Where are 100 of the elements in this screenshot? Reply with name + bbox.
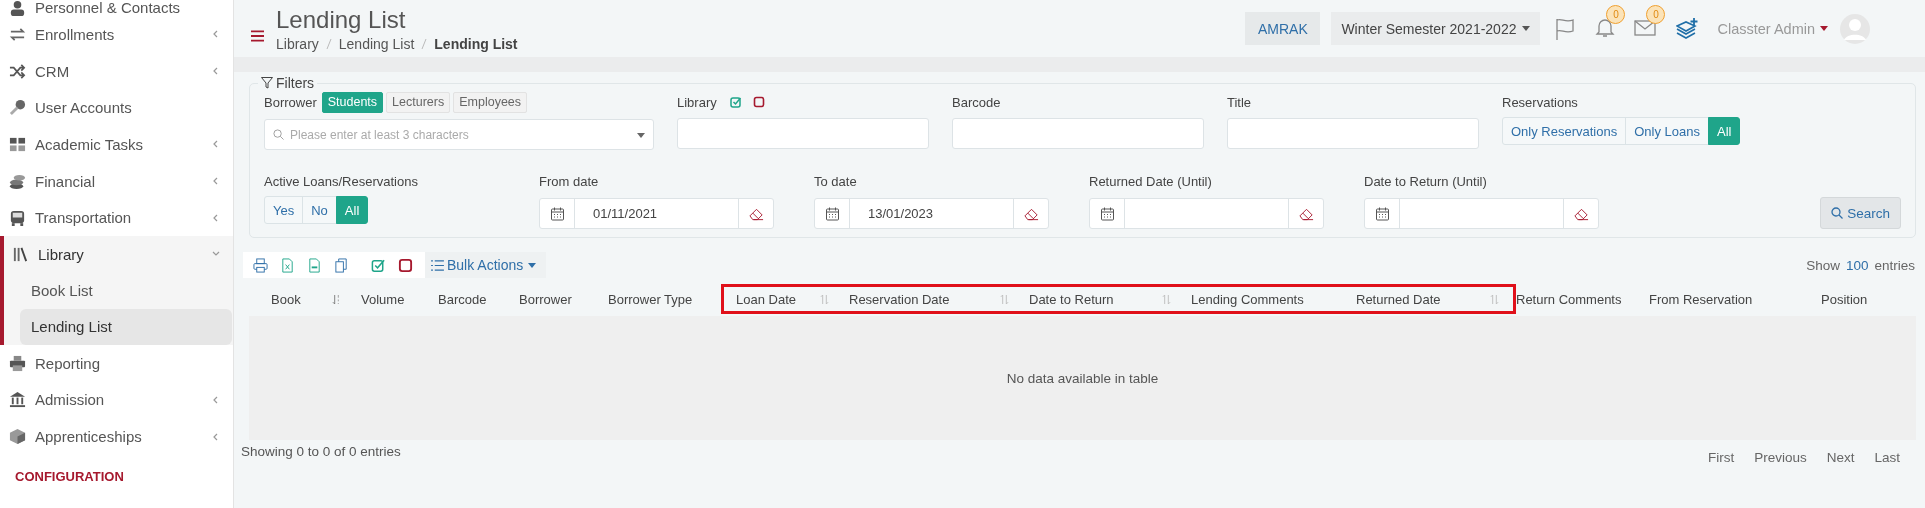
shuffle-icon (9, 62, 26, 80)
field-label: Title (1227, 94, 1252, 110)
breadcrumb-separator (325, 37, 332, 50)
eraser-icon[interactable] (1573, 206, 1589, 221)
pagination-button[interactable]: Previous (1748, 448, 1813, 467)
deselect-all-icon[interactable] (752, 96, 765, 108)
bank-icon (9, 391, 26, 409)
breadcrumb-current: Lending List (434, 35, 518, 52)
semester-dropdown[interactable]: Winter Semester 2021-2022 (1331, 12, 1541, 45)
select-all-icon[interactable] (729, 96, 742, 108)
layers-plus-icon[interactable] (1676, 17, 1699, 40)
borrower-tab[interactable]: Lecturers (386, 91, 451, 113)
person-icon (9, 0, 26, 16)
sort-icon[interactable] (1162, 293, 1171, 305)
column-header[interactable]: Reservation Date (849, 291, 950, 307)
date-picker[interactable]: 01/11/2021 (539, 198, 774, 229)
caret-icon (528, 262, 537, 268)
select-all-icon[interactable] (371, 257, 386, 273)
search-button[interactable]: Search (1820, 197, 1901, 229)
coins-icon (9, 172, 26, 190)
column-header[interactable]: Return Comments (1516, 291, 1622, 307)
sidebar-item[interactable]: Financial (0, 162, 233, 200)
caret-icon (1820, 26, 1828, 31)
books-icon (12, 245, 29, 263)
column-header[interactable]: Book (271, 291, 301, 307)
calendar-icon (549, 206, 565, 221)
field-label: Returned Date (Until) (1089, 173, 1212, 189)
sidebar-item[interactable]: Reporting (0, 344, 233, 382)
flag-icon[interactable] (1554, 17, 1577, 40)
pagination-button[interactable]: Next (1820, 448, 1861, 467)
sidebar-item[interactable]: Personnel & Contacts (0, 0, 233, 16)
page-size-select[interactable]: 100 (1845, 257, 1869, 273)
search-icon (1831, 207, 1844, 219)
sort-ascending-icon[interactable] (332, 293, 341, 305)
active-toggle[interactable]: No (302, 196, 337, 224)
sidebar-item[interactable]: Enrollments (0, 16, 233, 53)
search-icon (273, 129, 284, 140)
eraser-icon[interactable] (748, 206, 764, 221)
borrower-select[interactable]: Please enter at least 3 characters (264, 119, 654, 150)
column-header[interactable]: Loan Date (736, 291, 796, 307)
date-picker[interactable]: 13/01/2023 (814, 198, 1049, 229)
list-icon (431, 259, 444, 271)
submenu-item[interactable]: Book List (4, 272, 232, 309)
column-header[interactable]: Borrower (519, 291, 572, 307)
sort-icon[interactable] (1000, 293, 1009, 305)
filters-title: Filters (276, 75, 315, 91)
column-header[interactable]: Barcode (438, 291, 487, 307)
sidebar-item[interactable]: Apprenticeships (0, 418, 233, 455)
copy-icon[interactable] (334, 257, 349, 273)
reservation-toggle[interactable]: Only Loans (1625, 117, 1709, 145)
excel-file-icon[interactable] (280, 257, 295, 273)
sidebar-item[interactable]: Library (4, 236, 233, 273)
sort-icon[interactable] (820, 293, 829, 305)
field-label: Library (677, 94, 717, 110)
sidebar-item[interactable]: Transportation (0, 199, 233, 237)
barcode-field[interactable] (952, 118, 1204, 149)
caret-icon (637, 133, 645, 138)
institution-button[interactable]: AMRAK (1245, 12, 1321, 45)
menu-icon[interactable] (251, 29, 264, 42)
column-header[interactable]: Position (1821, 291, 1868, 307)
sidebar-item[interactable]: CRM (0, 52, 233, 90)
sidebar-item[interactable]: Academic Tasks (0, 126, 233, 163)
column-header[interactable]: From Reservation (1649, 291, 1753, 307)
column-header[interactable]: Returned Date (1356, 291, 1441, 307)
field-label: From date (539, 173, 599, 189)
key-icon (9, 99, 26, 117)
print-icon[interactable] (253, 257, 268, 273)
eraser-icon[interactable] (1298, 206, 1314, 221)
funnel-icon (261, 77, 273, 89)
title-field[interactable] (1227, 118, 1479, 149)
library-field[interactable] (677, 118, 929, 149)
field-label: Barcode (952, 94, 1001, 110)
calendar-icon (1374, 206, 1390, 221)
deselect-all-icon[interactable] (398, 257, 413, 273)
show-label: Show (1806, 257, 1840, 273)
eraser-icon[interactable] (1023, 206, 1039, 221)
notification-count: 0 (1606, 4, 1626, 24)
sidebar-item[interactable]: Admission (0, 381, 233, 419)
borrower-tab[interactable]: Employees (453, 91, 528, 113)
sidebar-item[interactable]: User Accounts (0, 89, 233, 127)
caret-icon (1522, 26, 1531, 31)
column-header[interactable]: Lending Comments (1191, 291, 1304, 307)
pagination-button[interactable]: First (1701, 448, 1741, 467)
bulk-actions-button[interactable]: Bulk Actions (425, 252, 547, 278)
breadcrumb-link[interactable]: Lending List (338, 35, 415, 52)
field-label: Date to Return (Until) (1364, 173, 1487, 189)
calendar-icon (1099, 206, 1115, 221)
message-count: 0 (1646, 4, 1666, 24)
grid-icon (9, 135, 26, 153)
active-toggle[interactable]: Yes (264, 196, 304, 224)
column-header[interactable]: Volume (361, 291, 405, 307)
breadcrumb-link[interactable]: Library (276, 35, 319, 52)
sort-icon[interactable] (1490, 293, 1499, 305)
column-header[interactable]: Borrower Type (608, 291, 693, 307)
bus-icon (9, 209, 26, 227)
column-header[interactable]: Date to Return (1029, 291, 1114, 307)
submenu-item[interactable]: Lending List (20, 308, 232, 345)
reservation-toggle[interactable]: Only Reservations (1502, 117, 1627, 145)
pagination-button[interactable]: Last (1868, 448, 1906, 467)
csv-file-icon[interactable] (307, 257, 322, 273)
